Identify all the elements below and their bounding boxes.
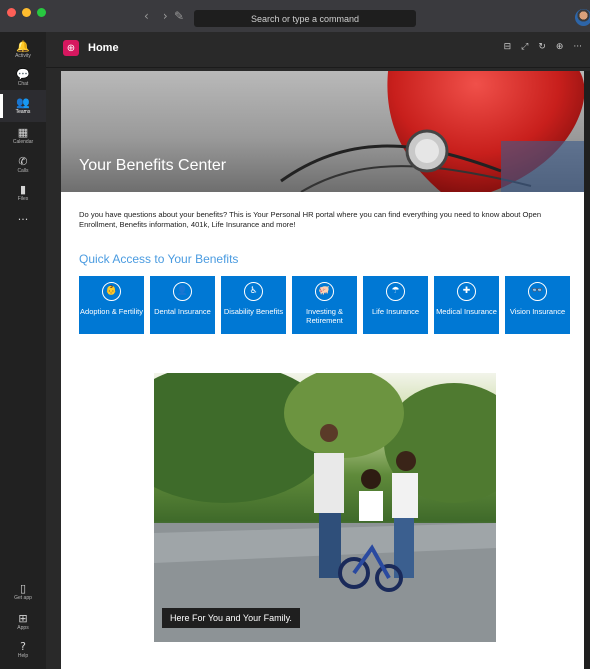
rail-item-label: Activity	[15, 53, 31, 59]
more-options-icon[interactable]: ···	[573, 42, 582, 52]
header-actions: ⊟ ⤢ ↻ ⊕ ···	[504, 42, 582, 52]
close-window-button[interactable]	[7, 8, 16, 17]
more-icon: ···	[17, 213, 29, 226]
search-placeholder: Search or type a command	[250, 13, 360, 24]
refresh-icon[interactable]: ↻	[538, 42, 546, 52]
hero-banner: Your Benefits Center	[61, 71, 584, 192]
wheelchair-icon: ♿	[244, 282, 263, 301]
tile-label: Disability Benefits	[223, 307, 284, 316]
expand-icon[interactable]: ⤢	[521, 42, 528, 52]
search-input[interactable]: Search or type a command	[194, 10, 416, 27]
family-bike-illustration	[154, 373, 496, 642]
conversation-icon[interactable]: ⊟	[504, 42, 512, 52]
left-rail: 🔔 Activity 💬 Chat 👥 Teams ▦ Calendar ✆ C…	[0, 32, 46, 669]
rail-item-label: Calls	[17, 168, 29, 174]
history-nav: ‹ ›	[144, 9, 168, 23]
chat-icon: 💬	[16, 68, 30, 81]
tile-label: Adoption & Fertility	[80, 307, 143, 316]
tile-label: Life Insurance	[371, 307, 420, 316]
file-icon: ▮	[19, 183, 27, 196]
tile-label: Vision Insurance	[509, 307, 566, 316]
quick-access-heading: Quick Access to Your Benefits	[79, 252, 239, 266]
tile-disability-benefits[interactable]: ♿ Disability Benefits	[221, 276, 286, 334]
rail-item-label: Help	[17, 653, 29, 659]
umbrella-icon: ☂	[386, 282, 405, 301]
baby-icon: 👶	[102, 282, 121, 301]
rail-item-get-app[interactable]: ▯ Get app	[0, 576, 46, 608]
phone-icon: ✆	[18, 155, 28, 168]
tile-adoption-fertility[interactable]: 👶 Adoption & Fertility	[79, 276, 144, 334]
glasses-icon: 👓	[528, 282, 547, 301]
rail-item-calendar[interactable]: ▦ Calendar	[0, 120, 46, 152]
rail-item-label: Chat	[17, 81, 29, 87]
photo-caption: Here For You and Your Family.	[162, 608, 300, 628]
scroll-track[interactable]	[584, 71, 590, 669]
tile-label: Dental Insurance	[154, 307, 211, 316]
rail-item-label: Get app	[14, 595, 32, 601]
rail-item-label: Teams	[15, 109, 31, 115]
title-bar: ‹ › ✎ Search or type a command	[0, 0, 590, 32]
minimize-window-button[interactable]	[22, 8, 31, 17]
window-controls	[7, 8, 46, 17]
medical-icon: ✚	[457, 282, 476, 301]
family-photo: Here For You and Your Family.	[154, 373, 496, 642]
hero-title: Your Benefits Center	[79, 157, 227, 174]
tile-label: Medical Insurance	[436, 307, 497, 316]
benefit-tiles: 👶 Adoption & Fertility 👤 Dental Insuranc…	[79, 276, 571, 334]
intro-text: Do you have questions about your benefit…	[79, 210, 542, 229]
tile-medical-insurance[interactable]: ✚ Medical Insurance	[434, 276, 499, 334]
compose-icon[interactable]: ✎	[174, 9, 184, 23]
piggy-bank-icon: 🐖	[315, 282, 334, 301]
rail-item-help[interactable]: ? Help	[0, 634, 46, 666]
rail-item-teams[interactable]: 👥 Teams	[0, 90, 46, 122]
person-icon: 👤	[173, 282, 192, 301]
maximize-window-button[interactable]	[37, 8, 46, 17]
app-title: Home	[88, 42, 119, 54]
tile-investing-retirement[interactable]: 🐖 Investing & Retirement	[292, 276, 357, 334]
user-avatar[interactable]	[575, 9, 590, 26]
bell-icon: 🔔	[16, 40, 30, 53]
rail-item-label: Calendar	[12, 139, 34, 145]
back-arrow-icon[interactable]: ‹	[144, 9, 149, 23]
tile-label: Investing & Retirement	[305, 307, 344, 325]
teams-icon: 👥	[16, 96, 30, 109]
help-icon: ?	[20, 640, 26, 653]
forward-arrow-icon[interactable]: ›	[163, 9, 168, 23]
benefits-page: Your Benefits Center Do you have questio…	[61, 71, 584, 669]
calendar-icon: ▦	[17, 126, 29, 139]
tile-life-insurance[interactable]: ☂ Life Insurance	[363, 276, 428, 334]
tile-dental-insurance[interactable]: 👤 Dental Insurance	[150, 276, 215, 334]
device-icon: ▯	[19, 582, 27, 595]
app-header: ⊕ Home ⊟ ⤢ ↻ ⊕ ···	[46, 32, 590, 68]
apps-icon: ⊞	[18, 612, 28, 625]
globe-icon: ⊕	[63, 40, 79, 56]
rail-item-label: Files	[17, 196, 29, 202]
rail-item-more[interactable]: ···	[0, 204, 46, 236]
rail-item-label: Apps	[17, 625, 29, 631]
teams-window: ‹ › ✎ Search or type a command 🔔 Activit…	[0, 0, 590, 669]
tile-vision-insurance[interactable]: 👓 Vision Insurance	[505, 276, 570, 334]
globe-icon[interactable]: ⊕	[556, 42, 564, 52]
